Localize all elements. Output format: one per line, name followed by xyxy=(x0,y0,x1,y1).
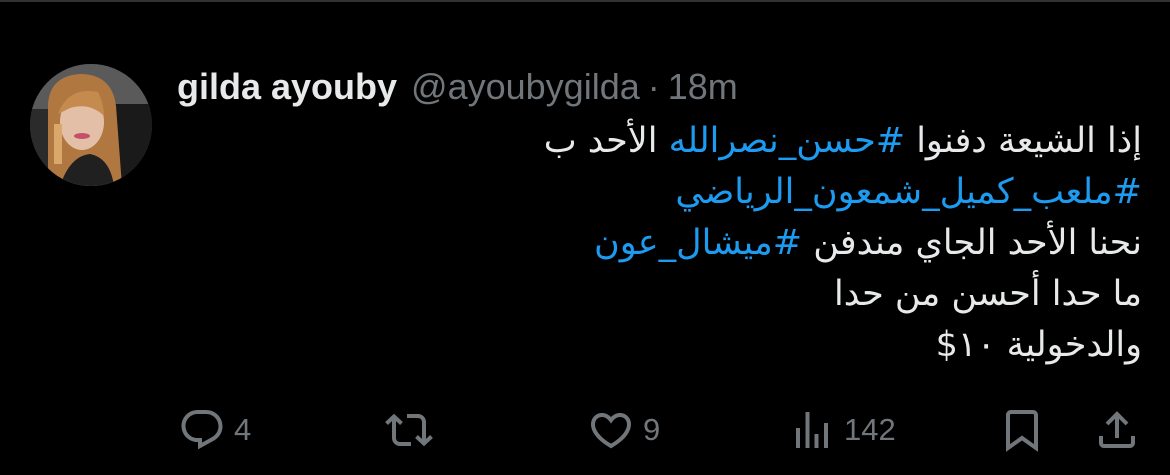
tweet-line: ما حدا أحسن من حدا xyxy=(212,269,1142,320)
views-icon xyxy=(796,412,828,448)
views-count: 142 xyxy=(844,412,896,447)
share-icon xyxy=(1099,411,1135,448)
hashtag-link[interactable]: #حسن_نصرالله xyxy=(669,121,905,161)
tweet-text-segment: نحنا الأحد الجاي مندفن xyxy=(802,223,1142,263)
author-handle[interactable]: @ayoubygilda xyxy=(411,64,640,110)
like-count: 9 xyxy=(643,412,661,447)
tweet-text: إذا الشيعة دفنوا #حسن_نصرالله الأحد ب #م… xyxy=(212,116,1142,371)
tweet-text-segment: الأحد ب xyxy=(543,121,669,161)
tweet-line: إذا الشيعة دفنوا #حسن_نصرالله الأحد ب xyxy=(212,116,1142,167)
author-display-name[interactable]: gilda ayouby xyxy=(177,64,397,110)
avatar[interactable] xyxy=(30,64,152,186)
bookmark-button[interactable] xyxy=(998,400,1046,460)
hashtag-link[interactable]: #ميشال_عون xyxy=(594,223,802,263)
tweet-text-segment: والدخولية ١٠$ xyxy=(935,325,1142,365)
separator-dot: · xyxy=(647,66,660,107)
tweet-line: والدخولية ١٠$ xyxy=(212,320,1142,371)
tweet-timestamp[interactable]: 18m xyxy=(668,64,738,110)
tweet-line: نحنا الأحد الجاي مندفن #ميشال_عون xyxy=(212,218,1142,269)
bookmark-icon xyxy=(1006,410,1038,452)
like-button[interactable]: 9 xyxy=(587,400,660,460)
retweet-icon xyxy=(385,413,433,447)
tweet-actions: 4 9 142 xyxy=(0,400,1170,460)
heart-icon xyxy=(590,413,632,449)
reply-icon xyxy=(181,410,223,450)
hashtag-link[interactable]: #ملعب_كميل_شمعون_الرياضي xyxy=(675,172,1142,212)
retweet-button[interactable] xyxy=(385,400,441,460)
reply-count: 4 xyxy=(234,412,252,447)
tweet-header: gilda ayouby @ayoubygilda · 18m xyxy=(177,64,738,110)
reply-button[interactable]: 4 xyxy=(178,400,251,460)
avatar-image xyxy=(30,64,152,186)
tweet-text-segment: ما حدا أحسن من حدا xyxy=(834,274,1142,314)
views-button[interactable]: 142 xyxy=(788,400,896,460)
tweet-text-segment: إذا الشيعة دفنوا xyxy=(905,121,1142,161)
tweet[interactable]: gilda ayouby @ayoubygilda · 18m إذا الشي… xyxy=(0,0,1170,475)
share-button[interactable] xyxy=(1093,400,1141,460)
tweet-line: #ملعب_كميل_شمعون_الرياضي xyxy=(212,167,1142,218)
